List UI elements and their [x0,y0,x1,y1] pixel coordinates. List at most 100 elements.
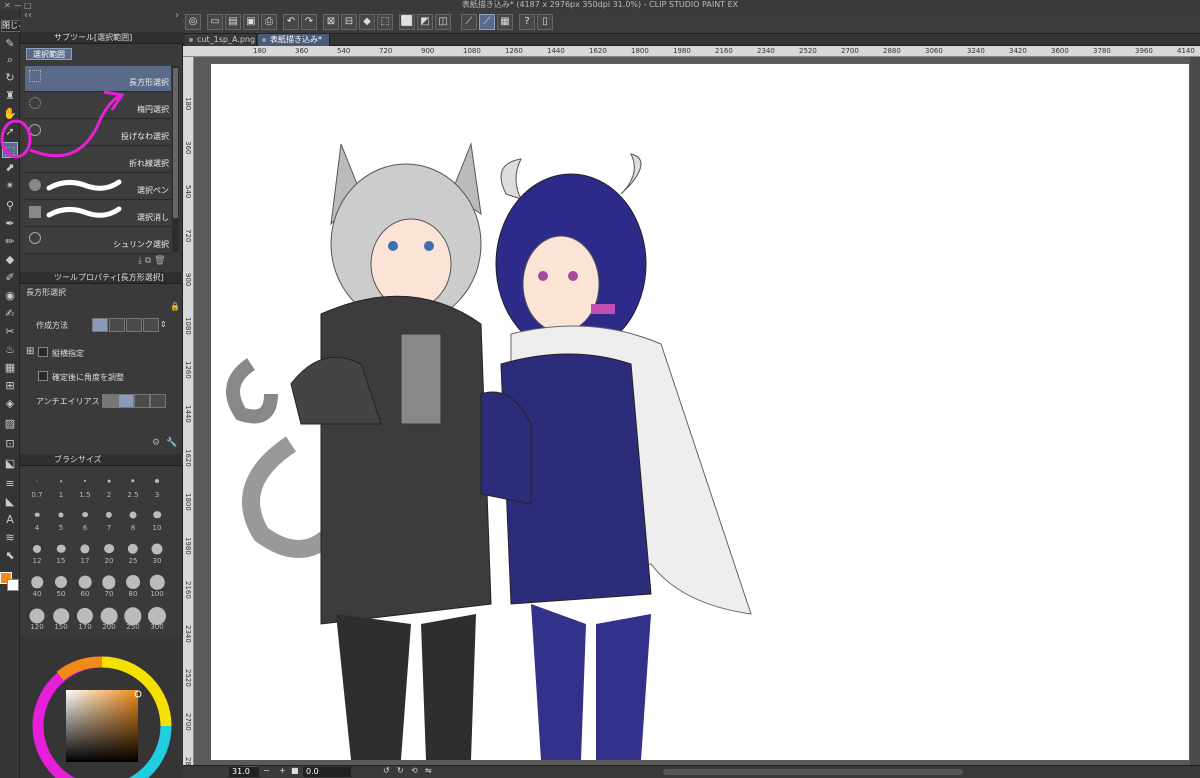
fill-icon[interactable]: ◈ [2,396,18,412]
adjust-angle-checkbox[interactable] [38,371,48,381]
canvas-scrollbar-vertical[interactable] [1190,57,1200,765]
antialias-none-button[interactable] [102,394,118,408]
selection-tool-icon[interactable]: ⬚ [2,142,18,158]
brush-size-preset[interactable]: 4 [25,508,49,532]
reset-rotation-icon[interactable]: ⟲ [411,766,418,775]
ruler-icon[interactable]: ⊞ [2,378,18,394]
rotate-left-icon[interactable]: ↺ [383,766,390,775]
brush-size-preset[interactable]: 7 [97,508,121,532]
eraser-icon[interactable]: ◆ [2,252,18,268]
brush-size-preset[interactable]: 40 [25,574,49,598]
snap-ruler-icon[interactable]: ⟋ [461,14,477,30]
brush-size-preset[interactable]: 100 [145,574,169,598]
tool-property-header[interactable]: ツールプロパティ[長方形選択] [20,272,183,284]
zoom-value[interactable]: 31.0 [229,767,259,777]
subtool-scrollbar[interactable] [172,66,179,252]
airbrush-icon[interactable]: ◉ [2,288,18,304]
blend-icon[interactable]: ♨ [2,342,18,358]
brush-size-preset[interactable]: 70 [97,574,121,598]
operation-icon[interactable]: ⬉ [2,548,18,564]
export-icon[interactable]: ⎙ [261,14,277,30]
brush-size-preset[interactable]: 12 [25,541,49,565]
tab-cut-1sp[interactable]: cut_1sp_A.png [185,34,257,46]
subtool-group-tab[interactable]: 選択範囲 [26,48,72,60]
auto-select-icon[interactable]: ⬈ [2,160,18,176]
trash-icon[interactable]: 🗑 [154,256,165,266]
brush-size-preset[interactable]: 3 [145,475,169,499]
rotation-value[interactable]: 0.0 [303,767,351,777]
fit-icon[interactable]: ■ [291,766,299,775]
brush-size-preset[interactable]: 150 [49,607,73,631]
brush-size-preset[interactable]: 17 [73,541,97,565]
chevron-updown-icon[interactable]: ⇕ [160,320,167,329]
brush-size-preset[interactable]: 15 [49,541,73,565]
brush-size-preset[interactable]: 170 [73,607,97,631]
selection-show-icon[interactable]: ◫ [435,14,451,30]
brush-size-preset[interactable]: 2 [97,475,121,499]
brush-size-preset[interactable]: 0.7 [25,475,49,499]
fill-selection-icon[interactable]: ◆ [359,14,375,30]
app-logo-icon[interactable]: ◎ [185,14,201,30]
brush-size-preset[interactable]: 10 [145,508,169,532]
intersect-selection-button[interactable] [143,318,159,332]
subtool-ellipse-select[interactable]: 楕円選択 [25,93,171,119]
companion-icon[interactable]: ▯ [537,14,553,30]
pen-icon[interactable]: ✒ [2,216,18,232]
redo-icon[interactable]: ↷ [301,14,317,30]
subtool-selection-pen[interactable]: 選択ペン [25,174,171,200]
eyedropper-icon[interactable]: ⚲ [2,198,18,214]
subtract-selection-button[interactable] [126,318,142,332]
chevron-left-icon[interactable]: ‹‹ [24,10,32,21]
brush-size-preset[interactable]: 120 [25,607,49,631]
brush-size-preset[interactable]: 30 [145,541,169,565]
correct-line-icon[interactable]: ≋ [2,530,18,546]
deselect-icon[interactable]: ⬜ [399,14,415,30]
lock-icon[interactable]: 🔒 [170,302,180,311]
subtool-rect-select[interactable]: 長方形選択 [25,66,171,92]
move-icon[interactable]: ♜ [2,88,18,104]
clear-icon[interactable]: ⊠ [323,14,339,30]
marker-icon[interactable]: ✐ [2,270,18,286]
decoration-icon[interactable]: ✂ [2,324,18,340]
brush-size-preset[interactable]: 50 [49,574,73,598]
sub-color-swatch[interactable] [7,579,19,591]
brush-size-preset[interactable]: 250 [121,607,145,631]
subtool-lasso-select[interactable]: 投げなわ選択 [25,120,171,146]
magic-wand-icon[interactable]: ✴ [2,178,18,194]
aspect-checkbox[interactable] [38,347,48,357]
brush-size-preset[interactable]: 6 [73,508,97,532]
brush-size-preset[interactable]: 200 [97,607,121,631]
expand-icon[interactable]: ⊞ [26,346,34,357]
brush-size-preset[interactable]: 25 [121,541,145,565]
brush-size-preset[interactable]: 8 [121,508,145,532]
canvas-paper[interactable] [211,64,1189,760]
help-icon[interactable]: ? [519,14,535,30]
subtool-polyline-select[interactable]: 折れ線選択 [25,147,171,173]
new-file-icon[interactable]: ▭ [207,14,223,30]
brush-size-header[interactable]: ブラシサイズ [20,454,183,466]
antialias-weak-button[interactable] [118,394,134,408]
color-wheel[interactable] [20,636,183,778]
zoom-in-button[interactable]: + [279,766,286,775]
canvas-scrollbar-horizontal[interactable] [663,769,963,775]
text-tool-icon[interactable]: A [2,512,18,528]
grid-icon[interactable]: ▦ [2,360,18,376]
subtool-panel-header[interactable]: サブツール[選択範囲] [20,32,183,44]
frame-icon[interactable]: ⊡ [2,436,18,452]
antialias-strong-button[interactable] [150,394,166,408]
balloon-icon[interactable]: ◣ [2,494,18,510]
text-icon[interactable]: ≡ [2,476,18,492]
brush-size-preset[interactable]: 2.5 [121,475,145,499]
transform-icon[interactable]: ⬚ [377,14,393,30]
rotate-right-icon[interactable]: ↻ [397,766,404,775]
brush-size-preset[interactable]: 1 [49,475,73,499]
subtool-selection-eraser[interactable]: 選択消し [25,201,171,227]
watercolor-icon[interactable]: ✍ [2,306,18,322]
create-new-button[interactable] [92,318,108,332]
reset-icon[interactable]: ⚙ [152,438,160,448]
brush-settings-icon[interactable]: ✎ [2,36,18,52]
figure-icon[interactable]: ⬕ [2,456,18,472]
clear-outside-icon[interactable]: ⊟ [341,14,357,30]
brush-size-preset[interactable]: 5 [49,508,73,532]
pencil-icon[interactable]: ✏ [2,234,18,250]
